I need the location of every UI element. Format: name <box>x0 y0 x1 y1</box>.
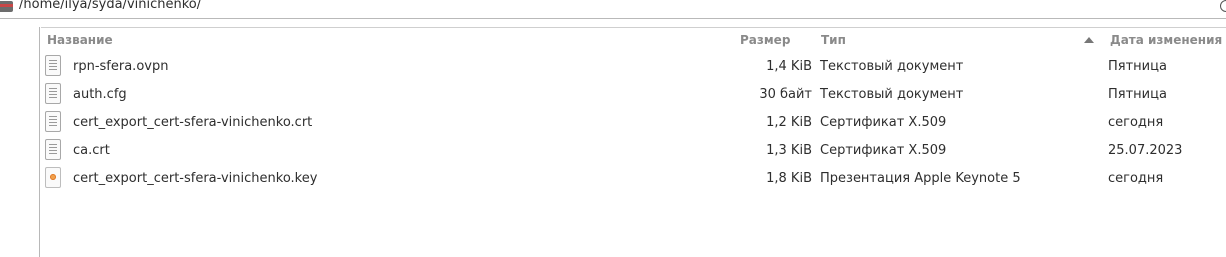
file-date: 25.07.2023 <box>1108 143 1183 158</box>
column-header-type[interactable]: Тип <box>821 33 846 47</box>
file-name: cert_export_cert-sfera-vinichenko.crt <box>73 115 313 130</box>
file-name: rpn-sfera.ovpn <box>73 59 169 74</box>
column-header-date[interactable]: Дата изменения <box>1110 33 1222 47</box>
file-name: auth.cfg <box>73 87 127 102</box>
folder-icon <box>0 1 13 12</box>
file-date: сегодня <box>1108 171 1164 186</box>
column-header-name[interactable]: Название <box>47 33 113 47</box>
keynote-file-icon <box>45 167 61 188</box>
file-row[interactable]: cert_export_cert-sfera-vinichenko.key 1,… <box>41 164 1226 192</box>
file-manager-window: /home/ilya/syda/vinichenko/ Название Раз… <box>0 0 1226 257</box>
file-date: Пятница <box>1108 87 1167 102</box>
file-row[interactable]: auth.cfg 30 байт Текстовый документ Пятн… <box>41 80 1226 108</box>
file-date: Пятница <box>1108 59 1167 74</box>
column-header-size[interactable]: Размер <box>740 33 790 47</box>
file-size: 1,3 KiB <box>766 143 812 158</box>
file-size: 1,8 KiB <box>766 171 812 186</box>
file-size: 1,2 KiB <box>766 115 812 130</box>
file-row[interactable]: cert_export_cert-sfera-vinichenko.crt 1,… <box>41 108 1226 136</box>
file-name: cert_export_cert-sfera-vinichenko.key <box>73 171 318 186</box>
file-list: rpn-sfera.ovpn 1,4 KiB Текстовый докумен… <box>41 52 1226 192</box>
text-file-icon <box>45 83 61 104</box>
file-type: Сертификат X.509 <box>820 143 947 158</box>
file-size: 30 байт <box>759 87 812 102</box>
file-size: 1,4 KiB <box>766 59 812 74</box>
clear-location-icon[interactable] <box>1220 0 1226 12</box>
pane-divider[interactable] <box>39 27 40 257</box>
header-top-border <box>41 27 1226 28</box>
sort-ascending-icon <box>1084 37 1094 43</box>
location-path[interactable]: /home/ilya/syda/vinichenko/ <box>19 0 201 13</box>
text-file-icon <box>45 111 61 132</box>
file-row[interactable]: rpn-sfera.ovpn 1,4 KiB Текстовый докумен… <box>41 52 1226 80</box>
text-file-icon <box>45 55 61 76</box>
file-type: Презентация Apple Keynote 5 <box>820 171 1021 186</box>
file-type: Текстовый документ <box>820 87 964 102</box>
divider <box>0 18 1226 19</box>
file-name: ca.crt <box>73 143 110 158</box>
file-date: сегодня <box>1108 115 1164 130</box>
file-type: Сертификат X.509 <box>820 115 947 130</box>
column-header-row: Название Размер Тип Дата изменения <box>41 29 1226 51</box>
location-bar[interactable]: /home/ilya/syda/vinichenko/ <box>0 0 1226 20</box>
file-row[interactable]: ca.crt 1,3 KiB Сертификат X.509 25.07.20… <box>41 136 1226 164</box>
text-file-icon <box>45 139 61 160</box>
file-type: Текстовый документ <box>820 59 964 74</box>
